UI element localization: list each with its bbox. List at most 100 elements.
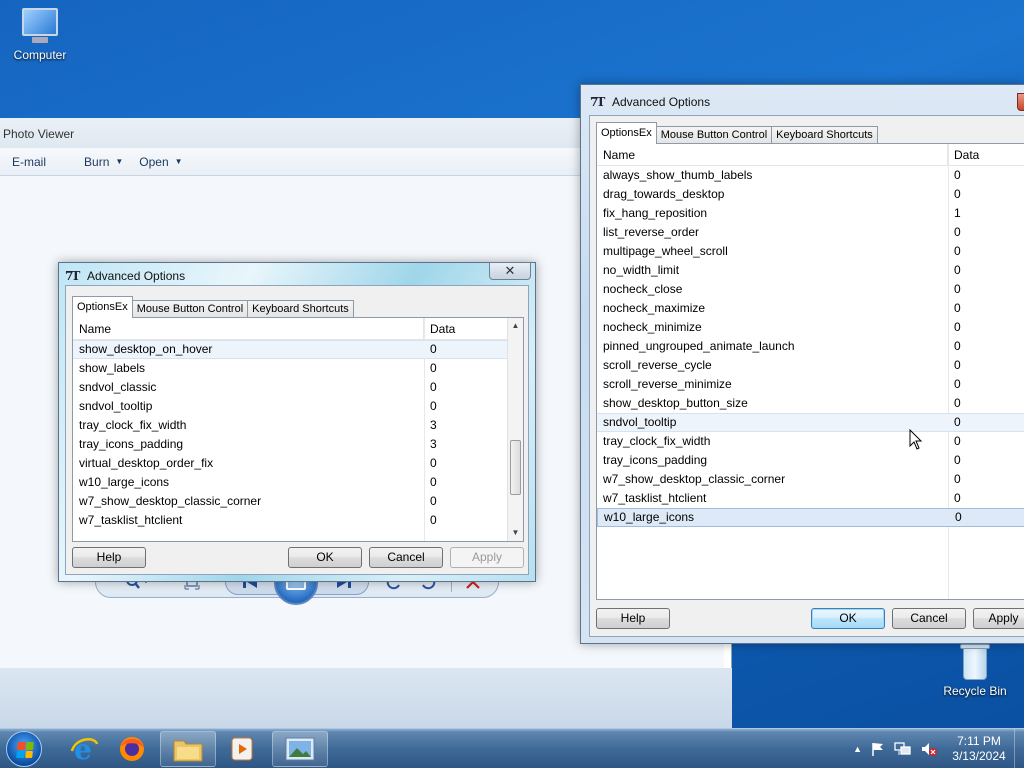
option-name: show_labels [79,361,146,375]
list-item[interactable]: w10_large_icons 0 [73,473,523,492]
dialog-client: OptionsEx Mouse Button Control Keyboard … [589,115,1024,637]
volume-muted-icon[interactable] [920,741,938,757]
scroll-down-icon[interactable]: ▼ [508,525,523,541]
option-value: 0 [954,263,961,277]
list-item[interactable]: w7_show_desktop_classic_corner 0 [597,470,1024,489]
list-item[interactable]: tray_clock_fix_width 3 [73,416,523,435]
list-item[interactable]: scroll_reverse_minimize 0 [597,375,1024,394]
list-item[interactable]: nocheck_maximize 0 [597,299,1024,318]
option-name: always_show_thumb_labels [603,168,753,182]
list-item[interactable]: multipage_wheel_scroll 0 [597,242,1024,261]
tab-keyboard-shortcuts[interactable]: Keyboard Shortcuts [247,300,354,318]
list-item[interactable]: sndvol_tooltip 0 [73,397,523,416]
list-item[interactable]: no_width_limit 0 [597,261,1024,280]
list-item[interactable]: sndvol_tooltip 0 [597,413,1024,432]
list-item[interactable]: w10_large_icons 0 [597,508,1024,527]
option-name: scroll_reverse_cycle [603,358,712,372]
option-value: 0 [954,453,961,467]
vertical-scrollbar[interactable]: ▲ ▼ [507,318,523,541]
dialog-title: Advanced Options [87,269,186,283]
option-value: 0 [954,377,961,391]
option-value: 0 [954,491,961,505]
taskbar-media-player[interactable] [214,731,270,767]
close-button[interactable]: ✕ [489,262,531,280]
option-name: sndvol_classic [79,380,157,394]
ok-button[interactable]: OK [288,547,362,568]
list-item[interactable]: tray_icons_padding 3 [73,435,523,454]
options-list[interactable]: Name Data show_desktop_on_hover 0 show_lab… [73,318,523,541]
help-button[interactable]: Help [596,608,670,629]
tab-mouse-button-control[interactable]: Mouse Button Control [655,126,773,144]
list-item[interactable]: tray_icons_padding 0 [597,451,1024,470]
options-list[interactable]: Name Data always_show_thumb_labels 0 drag_… [597,144,1024,599]
tab-panel: Name Data show_desktop_on_hover 0 show_lab… [72,317,524,542]
menu-open[interactable]: Open ▼ [135,155,194,169]
column-data-header[interactable]: Data [948,144,1024,165]
show-desktop-button[interactable] [1014,729,1024,768]
list-item[interactable]: show_desktop_button_size 0 [597,394,1024,413]
computer-icon [18,8,62,44]
scroll-up-icon[interactable]: ▲ [508,318,523,334]
option-name: scroll_reverse_minimize [603,377,732,391]
option-value: 3 [430,437,437,451]
cancel-button[interactable]: Cancel [369,547,443,568]
list-item[interactable]: virtual_desktop_order_fix 0 [73,454,523,473]
cancel-button[interactable]: Cancel [892,608,966,629]
advanced-options-dialog-small: 7T Advanced Options ✕ OptionsEx Mouse Bu… [58,262,536,582]
list-item[interactable]: nocheck_close 0 [597,280,1024,299]
option-value: 0 [430,361,437,375]
desktop-icon-recycle-bin[interactable]: Recycle Bin [935,642,1015,698]
desktop-icon-computer[interactable]: Computer [0,8,80,62]
scroll-thumb[interactable] [510,440,521,495]
start-button[interactable] [6,731,42,767]
list-item[interactable]: show_desktop_on_hover 0 [73,340,523,359]
option-value: 0 [430,380,437,394]
list-item[interactable]: drag_towards_desktop 0 [597,185,1024,204]
close-button[interactable] [1017,93,1024,111]
taskbar-file-explorer[interactable] [160,731,216,767]
taskbar-photo-viewer[interactable] [272,731,328,767]
option-value: 0 [430,475,437,489]
list-item[interactable]: tray_clock_fix_width 0 [597,432,1024,451]
taskbar-firefox[interactable] [104,731,160,767]
list-item[interactable]: sndvol_classic 0 [73,378,523,397]
help-button[interactable]: Help [72,547,146,568]
list-item[interactable]: w7_show_desktop_classic_corner 0 [73,492,523,511]
option-name: w7_tasklist_htclient [603,491,707,505]
option-name: nocheck_close [603,282,683,296]
tab-keyboard-shortcuts[interactable]: Keyboard Shortcuts [771,126,878,144]
list-item[interactable]: list_reverse_order 0 [597,223,1024,242]
column-name-header[interactable]: Name [73,318,424,339]
option-value: 0 [954,244,961,258]
action-center-flag-icon[interactable] [870,741,886,757]
show-hidden-icons-icon[interactable]: ▲ [853,744,862,754]
list-item[interactable]: scroll_reverse_cycle 0 [597,356,1024,375]
apply-button[interactable]: Apply [973,608,1024,629]
list-item[interactable]: nocheck_minimize 0 [597,318,1024,337]
clock[interactable]: 7:11 PM 3/13/2024 [948,734,1010,764]
tab-optionsex[interactable]: OptionsEx [596,122,657,144]
dialog-client: OptionsEx Mouse Button Control Keyboard … [65,285,529,575]
list-item[interactable]: always_show_thumb_labels 0 [597,166,1024,185]
list-item[interactable]: w7_tasklist_htclient 0 [597,489,1024,508]
option-name: w7_show_desktop_classic_corner [79,494,262,508]
list-item[interactable]: show_labels 0 [73,359,523,378]
option-name: multipage_wheel_scroll [603,244,728,258]
tab-mouse-button-control[interactable]: Mouse Button Control [131,300,249,318]
column-data-header[interactable]: Data [424,318,506,339]
network-icon[interactable] [894,741,912,757]
system-tray: ▲ 7:11 PM 3/13/2024 [849,729,1024,768]
menu-email[interactable]: E-mail [0,155,58,169]
option-name: w7_show_desktop_classic_corner [603,472,786,486]
list-item[interactable]: w7_tasklist_htclient 0 [73,511,523,530]
column-name-header[interactable]: Name [597,144,948,165]
list-item[interactable]: fix_hang_reposition 1 [597,204,1024,223]
list-item[interactable]: pinned_ungrouped_animate_launch 0 [597,337,1024,356]
windows-logo-icon [16,742,34,758]
option-value: 1 [954,206,961,220]
ok-button[interactable]: OK [811,608,885,629]
option-name: tray_clock_fix_width [603,434,711,448]
apply-button[interactable]: Apply [450,547,524,568]
tab-optionsex[interactable]: OptionsEx [72,296,133,318]
menu-burn[interactable]: Burn ▼ [58,155,135,169]
